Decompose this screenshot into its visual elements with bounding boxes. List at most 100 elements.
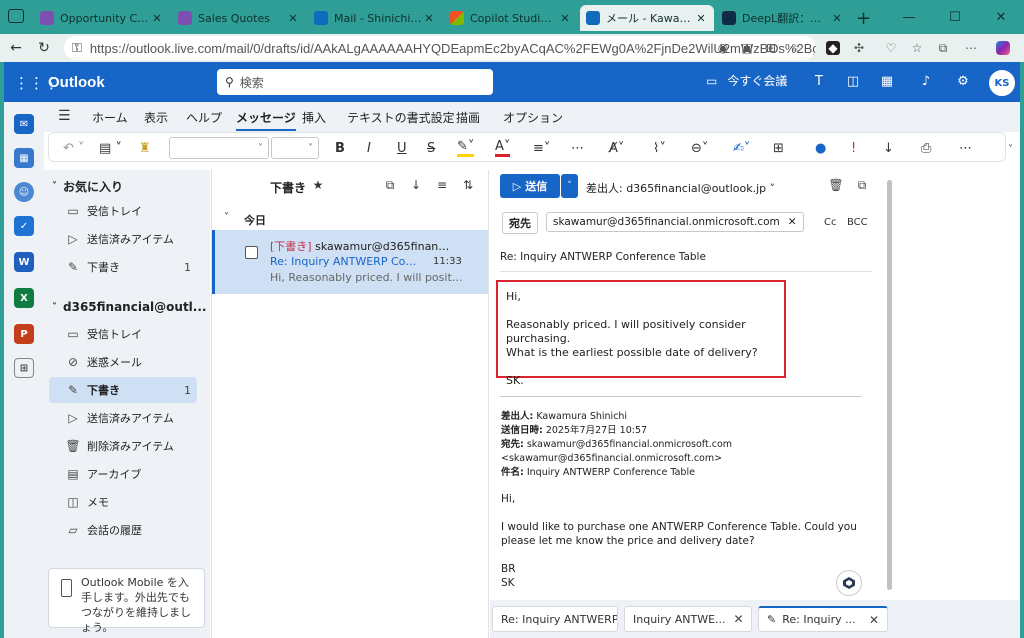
undo-icon[interactable]: ↶ ˅ — [63, 139, 85, 157]
calendar-check-icon[interactable]: ▦ — [878, 73, 896, 91]
sort-icon[interactable]: ⇅ — [460, 178, 476, 194]
discard-trash-icon[interactable]: 🗑︎ — [828, 178, 844, 194]
close-tab-icon[interactable]: ✕ — [422, 12, 436, 25]
font-family-select[interactable]: ˅ — [169, 137, 269, 159]
more-options-icon[interactable]: ⋯ — [959, 139, 972, 157]
browser-tab-opportunity[interactable]: Opportunity Card - C ✕ — [34, 5, 170, 31]
folder-favorites-sent[interactable]: ▷ 送信済みアイテム — [49, 226, 197, 252]
cc-button[interactable]: Cc — [824, 217, 836, 228]
bold-icon[interactable]: B — [335, 139, 345, 157]
from-selector[interactable]: 差出人: d365financial@outlook.jp ˅ — [586, 180, 775, 196]
bell-icon[interactable]: ♪ — [917, 73, 935, 91]
copilot-float-icon[interactable] — [836, 570, 862, 596]
folder-favorites-drafts[interactable]: ✎ 下書き 1 — [49, 254, 197, 280]
account-header[interactable]: ˅ d365financial@outl... — [52, 300, 206, 314]
list-item[interactable]: [下書き] skawamur@d365financial.o... Re: In… — [212, 230, 488, 294]
print-icon[interactable]: ⎙ — [921, 139, 931, 157]
browser-tab-outlook-active[interactable]: メール - Kawamura Shi ✕ — [580, 5, 714, 31]
more-icon[interactable]: ⋯ — [964, 41, 978, 55]
paste-icon[interactable]: ▤ ˅ — [99, 139, 122, 157]
font-size-select[interactable]: ˅ — [271, 137, 319, 159]
browser-tab-sales-quotes[interactable]: Sales Quotes ✕ — [172, 5, 306, 31]
select-icon[interactable]: ⧉ — [382, 178, 398, 194]
mail-icon[interactable]: ✉ — [14, 114, 34, 134]
favorites-icon[interactable]: ☆ — [910, 41, 924, 55]
popout-icon[interactable]: ⧉ — [854, 178, 870, 194]
group-today[interactable]: ˅ 今日 — [224, 212, 266, 228]
close-tab-icon[interactable]: ✕ — [150, 12, 164, 25]
folder-deleted[interactable]: 🗑︎ 削除済みアイテム — [49, 433, 197, 459]
tab-home[interactable]: ホーム — [92, 109, 128, 126]
folder-junk[interactable]: ⊘ 迷惑メール — [49, 349, 197, 375]
folder-drafts[interactable]: ✎ 下書き 1 — [49, 377, 197, 403]
font-color-icon[interactable]: A˅ — [495, 139, 511, 157]
line-spacing-icon[interactable]: ≡˅ — [533, 139, 550, 157]
italic-icon[interactable]: I — [367, 139, 371, 157]
close-icon[interactable]: ✕ — [788, 216, 797, 228]
powerpoint-icon[interactable]: P — [14, 324, 34, 344]
folder-notes[interactable]: ◫ メモ — [49, 489, 197, 515]
tab-actions-icon[interactable] — [8, 9, 24, 23]
folder-archive[interactable]: ▤ アーカイブ — [49, 461, 197, 487]
refresh-icon[interactable]: ↻ — [34, 38, 54, 58]
todo-icon[interactable]: ✓ — [14, 216, 34, 236]
to-button[interactable]: 宛先 — [502, 212, 538, 234]
avatar[interactable]: KS — [989, 70, 1015, 96]
folder-favorites-inbox[interactable]: ▭ 受信トレイ — [49, 198, 197, 224]
compose-tab-1[interactable]: Re: Inquiry ANTWERP... — [492, 606, 618, 632]
strikethrough-icon[interactable]: S — [427, 139, 435, 157]
tab-help[interactable]: ヘルプ — [186, 109, 222, 126]
subject-field[interactable]: Re: Inquiry ANTWERP Conference Table — [500, 248, 872, 272]
apps-icon[interactable]: ⊞ — [14, 358, 34, 378]
tab-draw[interactable]: 描画 — [456, 109, 480, 126]
minimize-icon[interactable]: — — [886, 0, 932, 34]
gear-icon[interactable]: ⚙ — [954, 73, 972, 91]
expand-ribbon-icon[interactable]: ˅ — [1008, 144, 1013, 155]
close-window-icon[interactable]: ✕ — [978, 0, 1024, 34]
calendar-icon[interactable]: ▦ — [14, 148, 34, 168]
office-icon[interactable]: ◫ — [844, 73, 862, 91]
browser-tab-copilot[interactable]: Copilot Studio のライセ ✕ — [444, 5, 578, 31]
highlight-icon[interactable]: ✎˅ — [457, 139, 475, 157]
compose-tab-2[interactable]: Inquiry ANTWE... ✕ — [624, 606, 752, 632]
more-format-icon[interactable]: ⋯ — [571, 139, 584, 157]
dictate-icon[interactable]: ● — [815, 139, 826, 157]
compose-tab-3-active[interactable]: ✎ Re: Inquiry ... ✕ — [758, 606, 888, 632]
attach-icon[interactable]: ⌇˅ — [653, 139, 666, 157]
people-icon[interactable]: ☺ — [14, 182, 34, 202]
teams-icon[interactable]: T — [810, 73, 828, 91]
select-checkbox[interactable] — [245, 246, 258, 259]
word-icon[interactable]: W — [14, 252, 34, 272]
folder-conversation-history[interactable]: ▱ 会話の履歴 — [49, 517, 197, 543]
close-tab-icon[interactable]: ✕ — [286, 12, 300, 25]
browser-essentials-icon[interactable]: ♡ — [884, 41, 898, 55]
scrollbar-thumb[interactable] — [887, 180, 892, 590]
tab-view[interactable]: 表示 — [144, 109, 168, 126]
apps-ribbon-icon[interactable]: ⊞ — [773, 139, 784, 157]
browser-tab-mail[interactable]: Mail - Shinichi Kawar ✕ — [308, 5, 442, 31]
folder-inbox[interactable]: ▭ 受信トレイ — [49, 321, 197, 347]
tab-options[interactable]: オプション — [503, 109, 563, 126]
tab-message[interactable]: メッセージ — [236, 109, 296, 131]
importance-high-icon[interactable]: ! — [851, 139, 856, 157]
extensions-puzzle-icon[interactable]: ✣ — [852, 41, 866, 55]
send-options-dropdown[interactable]: ˅ — [561, 174, 578, 198]
scrollbar[interactable] — [887, 170, 893, 600]
maximize-icon[interactable]: ☐ — [932, 0, 978, 34]
tab-insert[interactable]: 挿入 — [302, 109, 326, 126]
tab-format-text[interactable]: テキストの書式設定 — [347, 109, 455, 126]
close-tab-icon[interactable]: ✕ — [694, 12, 708, 25]
meet-now-button[interactable]: ▭ 今すぐ会議 — [706, 72, 787, 89]
format-painter-icon[interactable]: ♜ — [139, 139, 151, 157]
excel-icon[interactable]: X — [14, 288, 34, 308]
importance-low-icon[interactable]: ↓ — [883, 139, 894, 157]
send-button[interactable]: ▷ 送信 — [500, 174, 560, 198]
outlook-mobile-promo[interactable]: Outlook Mobile を入手します。外出先でもつながりを維持しましょう。 — [48, 568, 205, 634]
tracking-icon[interactable]: ◉ — [716, 41, 730, 55]
collections-icon[interactable]: ⧉ — [936, 41, 950, 55]
compose-body-highlighted[interactable]: Hi, Reasonably priced. I will positively… — [496, 280, 786, 387]
hamburger-icon[interactable]: ☰ — [58, 108, 71, 124]
site-info-icon[interactable]: ⚿ — [72, 40, 82, 56]
folder-sent[interactable]: ▷ 送信済みアイテム — [49, 405, 197, 431]
signature-icon[interactable]: ✍˅ — [733, 139, 750, 157]
